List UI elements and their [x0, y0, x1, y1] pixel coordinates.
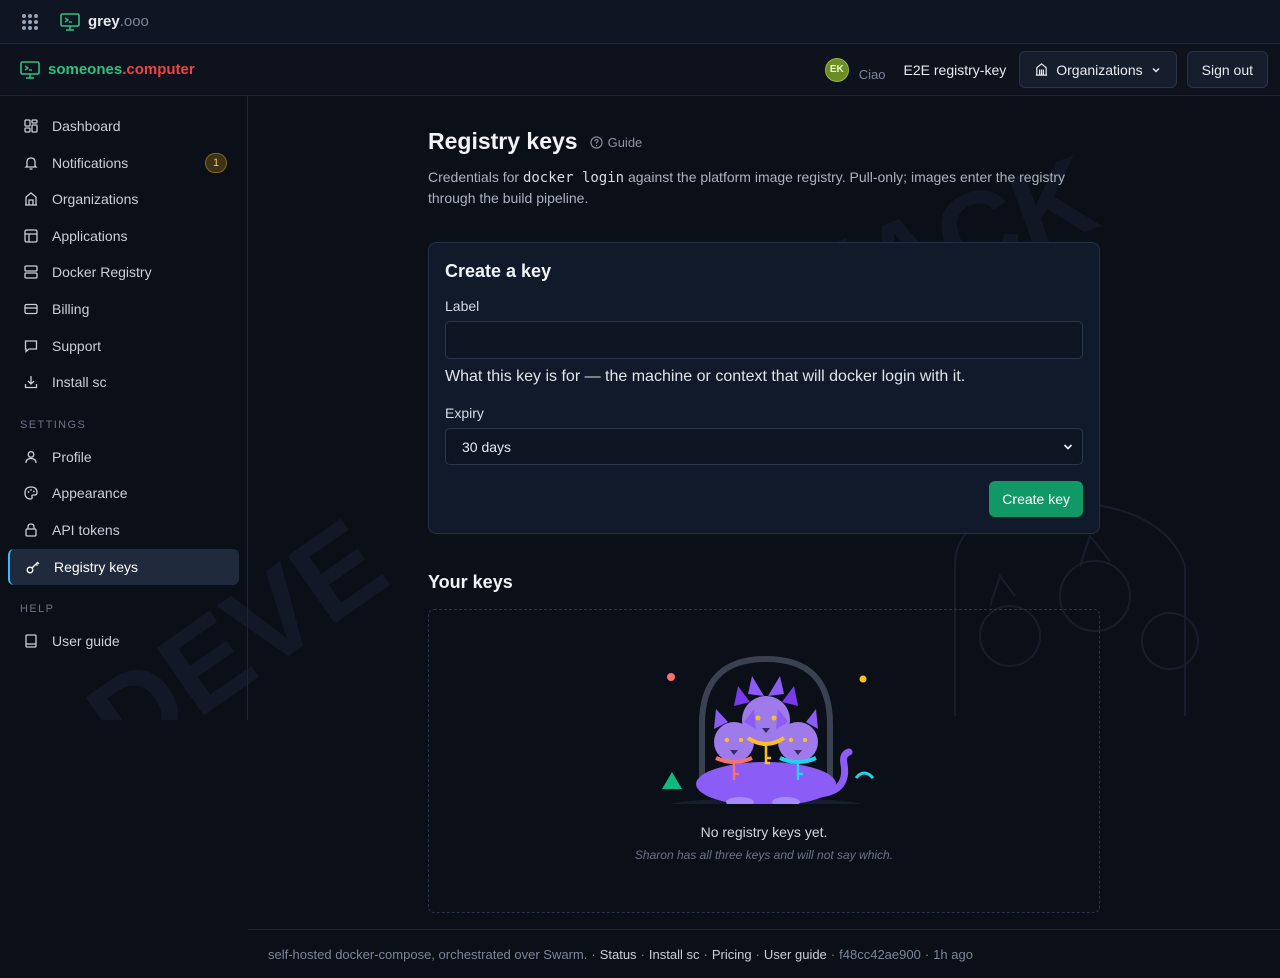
- empty-state-title: No registry keys yet.: [700, 824, 828, 840]
- empty-state-subtitle: Sharon has all three keys and will not s…: [634, 848, 894, 862]
- help-circle-icon: [589, 136, 603, 149]
- someones-brand-link[interactable]: someones.computer: [20, 60, 195, 79]
- label-hint-text: What this key is for — the machine or co…: [445, 368, 966, 385]
- label-input[interactable]: [445, 321, 1083, 359]
- key-icon: [26, 561, 40, 573]
- message-icon: [24, 339, 38, 353]
- expiry-select[interactable]: 30 days: [445, 428, 1083, 465]
- bell-icon: [24, 156, 38, 170]
- notification-count-badge: 1: [205, 152, 227, 173]
- three-headed-dog-illustration: [662, 655, 874, 804]
- sidebar-item-label: Organizations: [52, 191, 139, 208]
- sidebar-item-label: Dashboard: [52, 118, 121, 134]
- apps-grid-icon[interactable]: [22, 13, 38, 30]
- terminal-monitor-icon: [20, 60, 40, 79]
- sidebar-item-label: Applications: [52, 227, 128, 244]
- sidebar-item-label: Install sc: [52, 374, 107, 391]
- expiry-selected-value: 30 days: [462, 438, 512, 455]
- brand-main: someones: [48, 61, 123, 78]
- organizations-button-label: Organizations: [1056, 61, 1143, 78]
- avatar[interactable]: EK: [824, 57, 849, 82]
- dashboard-icon: [24, 119, 38, 133]
- sign-out-button[interactable]: Sign out: [1186, 51, 1268, 88]
- grey-brand-link[interactable]: grey .ooo: [60, 12, 149, 31]
- grey-brand-name: grey: [88, 13, 120, 30]
- create-key-title: Create a key: [445, 261, 552, 281]
- server-icon: [24, 265, 38, 280]
- footer-link-pricing[interactable]: Pricing: [712, 947, 752, 962]
- lock-icon: [25, 523, 37, 537]
- sidebar-item-user-guide[interactable]: User guide: [8, 623, 239, 659]
- sidebar-item-label: Docker Registry: [52, 264, 152, 281]
- chevron-down-icon: [1152, 67, 1160, 73]
- sidebar-item-label: API tokens: [52, 521, 120, 538]
- docker-login-code: docker login: [522, 170, 625, 186]
- expiry-field-label: Expiry: [445, 405, 484, 421]
- footer-text: self-hosted docker-compose, orchestrated…: [268, 946, 588, 962]
- sidebar-item-appearance[interactable]: Appearance: [8, 475, 239, 511]
- sidebar-item-support[interactable]: Support: [8, 328, 239, 364]
- sidebar-item-applications[interactable]: Applications: [8, 218, 239, 254]
- credit-card-icon: [24, 303, 38, 315]
- sidebar-item-label: Registry keys: [54, 558, 139, 575]
- greeting-text: Ciao: [858, 67, 886, 82]
- top-bar: grey .ooo: [0, 0, 1280, 44]
- brand-accent: .computer: [122, 61, 195, 78]
- your-keys-title: Your keys: [428, 572, 513, 592]
- grey-brand-tld: .ooo: [119, 13, 149, 30]
- create-key-card: Create a key Label What this key is for …: [428, 242, 1100, 534]
- sidebar-item-docker-registry[interactable]: Docker Registry: [8, 254, 239, 290]
- settings-section-label: SETTINGS: [20, 418, 87, 431]
- page-footer: self-hosted docker-compose, orchestrated…: [248, 929, 1280, 978]
- guide-link-label: Guide: [607, 135, 643, 150]
- page-description: Credentials for docker login against the…: [428, 167, 1100, 208]
- footer-link-install-sc[interactable]: Install sc: [649, 947, 700, 962]
- building-icon: [1036, 63, 1048, 76]
- sidebar-item-label: User guide: [52, 633, 120, 650]
- footer-link-status[interactable]: Status: [600, 947, 637, 962]
- sidebar-item-dashboard[interactable]: Dashboard: [8, 108, 239, 144]
- footer-time: 1h ago: [933, 946, 973, 962]
- help-section-label: HELP: [20, 603, 55, 616]
- guide-link[interactable]: Guide: [589, 135, 643, 150]
- sidebar-item-label: Notifications: [52, 154, 129, 171]
- sidebar-item-label: Profile: [52, 448, 92, 465]
- sidebar: Dashboard Notifications 1 Organizations …: [0, 96, 248, 720]
- sidebar-item-label: Billing: [52, 300, 90, 317]
- main-content: Registry keys Guide Credentials for dock…: [428, 96, 1100, 913]
- sidebar-item-notifications[interactable]: Notifications 1: [8, 145, 239, 181]
- page-title: Registry keys: [428, 128, 578, 154]
- sidebar-item-label: Appearance: [52, 485, 128, 502]
- organizations-dropdown-button[interactable]: Organizations: [1019, 51, 1177, 88]
- sidebar-item-label: Support: [52, 337, 102, 354]
- building-icon: [25, 192, 37, 206]
- sidebar-item-profile[interactable]: Profile: [8, 439, 239, 475]
- user-name: E2E registry-key: [903, 61, 1007, 78]
- book-icon: [25, 634, 37, 648]
- footer-link-user-guide[interactable]: User guide: [764, 947, 827, 962]
- footer-separator: ·: [640, 946, 645, 962]
- user-icon: [25, 450, 37, 463]
- layout-icon: [24, 229, 38, 243]
- footer-separator: ·: [830, 946, 836, 962]
- footer-separator: ·: [591, 946, 596, 962]
- footer-separator: ·: [924, 946, 930, 962]
- empty-state: No registry keys yet. Sharon has all thr…: [428, 609, 1100, 913]
- sidebar-item-install-sc[interactable]: Install sc: [8, 364, 239, 400]
- sidebar-item-billing[interactable]: Billing: [8, 291, 239, 327]
- app-header: someones.computer EK Ciao E2E registry-k…: [0, 44, 1280, 96]
- footer-separator: ·: [755, 946, 760, 962]
- sidebar-item-registry-keys[interactable]: Registry keys: [8, 548, 239, 585]
- monitor-icon: [60, 12, 80, 31]
- label-field-label: Label: [445, 298, 480, 314]
- footer-separator: ·: [703, 946, 708, 962]
- sidebar-item-organizations[interactable]: Organizations: [8, 181, 239, 217]
- create-key-button[interactable]: Create key: [989, 481, 1083, 517]
- sidebar-item-api-tokens[interactable]: API tokens: [8, 512, 239, 548]
- footer-commit-hash: f48cc42ae900: [839, 946, 921, 962]
- palette-icon: [24, 486, 38, 500]
- chevron-down-icon: [1063, 443, 1073, 450]
- description-text-before: Credentials for: [428, 169, 523, 185]
- download-icon: [24, 376, 38, 389]
